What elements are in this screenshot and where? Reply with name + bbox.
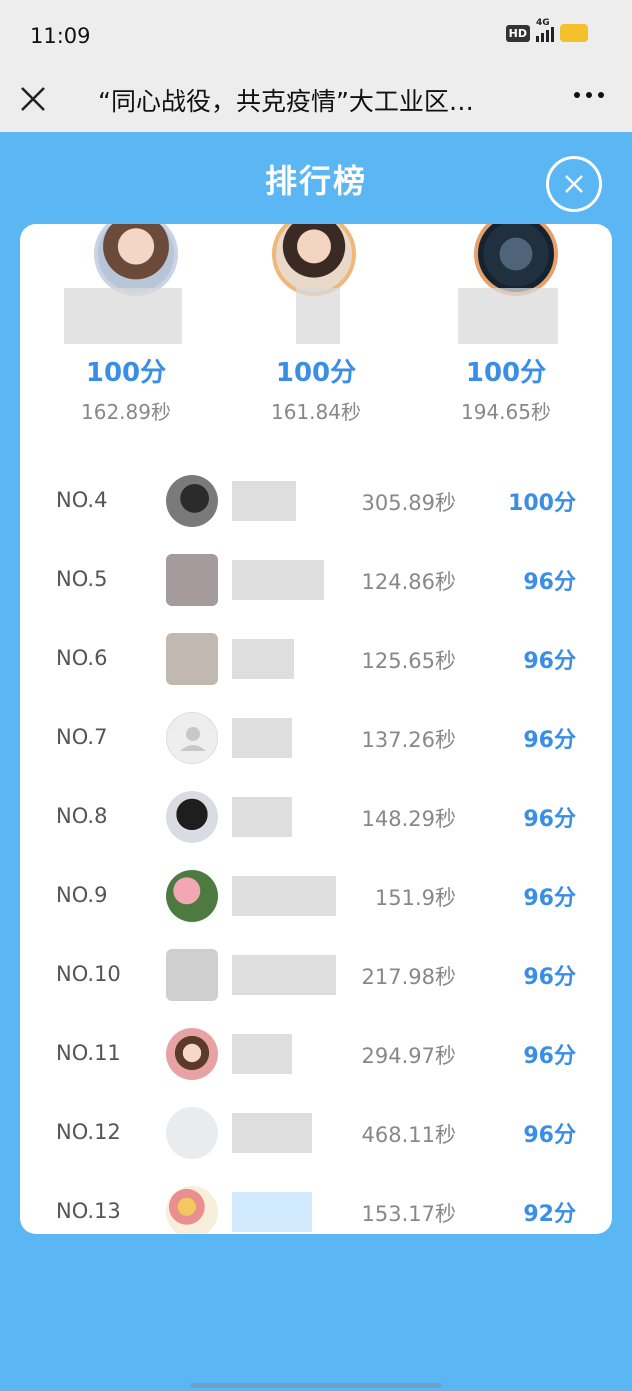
score: 96分 [523,1123,576,1148]
time: 153.17秒 [361,1202,456,1226]
close-leaderboard-button[interactable] [546,156,602,212]
avatar [166,1028,218,1080]
rank-row[interactable]: NO.6 125.65秒 96分 [20,619,612,698]
name-placeholder [232,718,292,758]
time: 162.89秒 [81,400,171,424]
score: 100分 [508,491,576,516]
avatar [166,633,218,685]
rank-row[interactable]: NO.4 305.89秒 100分 [20,461,612,540]
time: 294.97秒 [361,1044,456,1068]
score: 96分 [523,728,576,753]
score: 92分 [523,1202,576,1227]
status-icons: HD 4G [505,18,588,42]
time: 161.84秒 [271,400,361,424]
name-placeholder [232,639,294,679]
time: 137.26秒 [361,728,456,752]
name-placeholder [232,797,292,837]
rank-number: NO.4 [56,488,108,512]
battery-icon [560,24,588,42]
rank-row[interactable]: NO.8 148.29秒 96分 [20,777,612,856]
hd-icon: HD [505,24,530,42]
rank-row[interactable]: NO.12 468.11秒 96分 [20,1093,612,1172]
rank-row[interactable]: NO.11 294.97秒 96分 [20,1014,612,1093]
score: 96分 [523,1044,576,1069]
score: 96分 [523,649,576,674]
time: 305.89秒 [361,491,456,515]
name-placeholder [232,481,296,521]
name-placeholder [232,1034,292,1074]
avatar [166,554,218,606]
time: 468.11秒 [361,1123,456,1147]
network-label: 4G [536,18,550,28]
time: 124.86秒 [361,570,456,594]
rank-number: NO.13 [56,1199,121,1223]
avatar [474,224,558,296]
time: 125.65秒 [361,649,456,673]
name-placeholder [232,560,324,600]
avatar [166,949,218,1001]
page-title: “同心战役，共克疫情”大工业区… [98,87,474,116]
rank-number: NO.9 [56,883,108,907]
rank-number: NO.6 [56,646,108,670]
podium: 100分 162.89秒 100分 161.84秒 100分 194.65秒 [20,224,612,454]
default-avatar-icon [166,712,218,764]
score: 100分 [465,358,547,388]
name-placeholder [458,288,558,344]
name-placeholder [232,1192,312,1232]
time: 148.29秒 [361,807,456,831]
time: 151.9秒 [374,886,456,910]
avatar [166,1186,218,1234]
avatar [166,475,218,527]
status-bar: 11:09 HD 4G [0,0,632,70]
name-placeholder [232,1113,312,1153]
more-options-icon[interactable] [574,92,604,98]
score: 100分 [85,358,167,388]
rank-number: NO.7 [56,725,108,749]
rank-row[interactable]: NO.5 124.86秒 96分 [20,540,612,619]
rank-number: NO.12 [56,1120,121,1144]
rank-number: NO.8 [56,804,108,828]
signal-icon: 4G [536,18,554,42]
name-placeholder [232,955,336,995]
home-indicator [190,1383,442,1388]
name-placeholder [64,288,182,344]
time: 217.98秒 [361,965,456,989]
avatar [272,224,356,296]
rank-number: NO.10 [56,962,121,986]
avatar [166,1107,218,1159]
score: 96分 [523,886,576,911]
avatar [94,224,178,296]
rank-row[interactable]: NO.13 153.17秒 92分 [20,1172,612,1234]
score: 96分 [523,807,576,832]
rank-row[interactable]: NO.7 137.26秒 96分 [20,698,612,777]
title-bar: “同心战役，共克疫情”大工业区… [0,70,632,132]
avatar [166,791,218,843]
avatar [166,870,218,922]
score: 100分 [275,358,357,388]
rank-number: NO.11 [56,1041,121,1065]
leaderboard-card: 100分 162.89秒 100分 161.84秒 100分 194.65秒 N… [20,224,612,1234]
close-icon[interactable] [18,84,48,114]
score: 96分 [523,570,576,595]
rank-row[interactable]: NO.9 151.9秒 96分 [20,856,612,935]
name-placeholder [232,876,336,916]
name-placeholder [296,288,340,344]
time: 194.65秒 [461,400,551,424]
status-time: 11:09 [30,24,91,48]
leaderboard-title: 排行榜 [264,162,367,200]
score: 96分 [523,965,576,990]
rank-row[interactable]: NO.10 217.98秒 96分 [20,935,612,1014]
rank-number: NO.5 [56,567,108,591]
